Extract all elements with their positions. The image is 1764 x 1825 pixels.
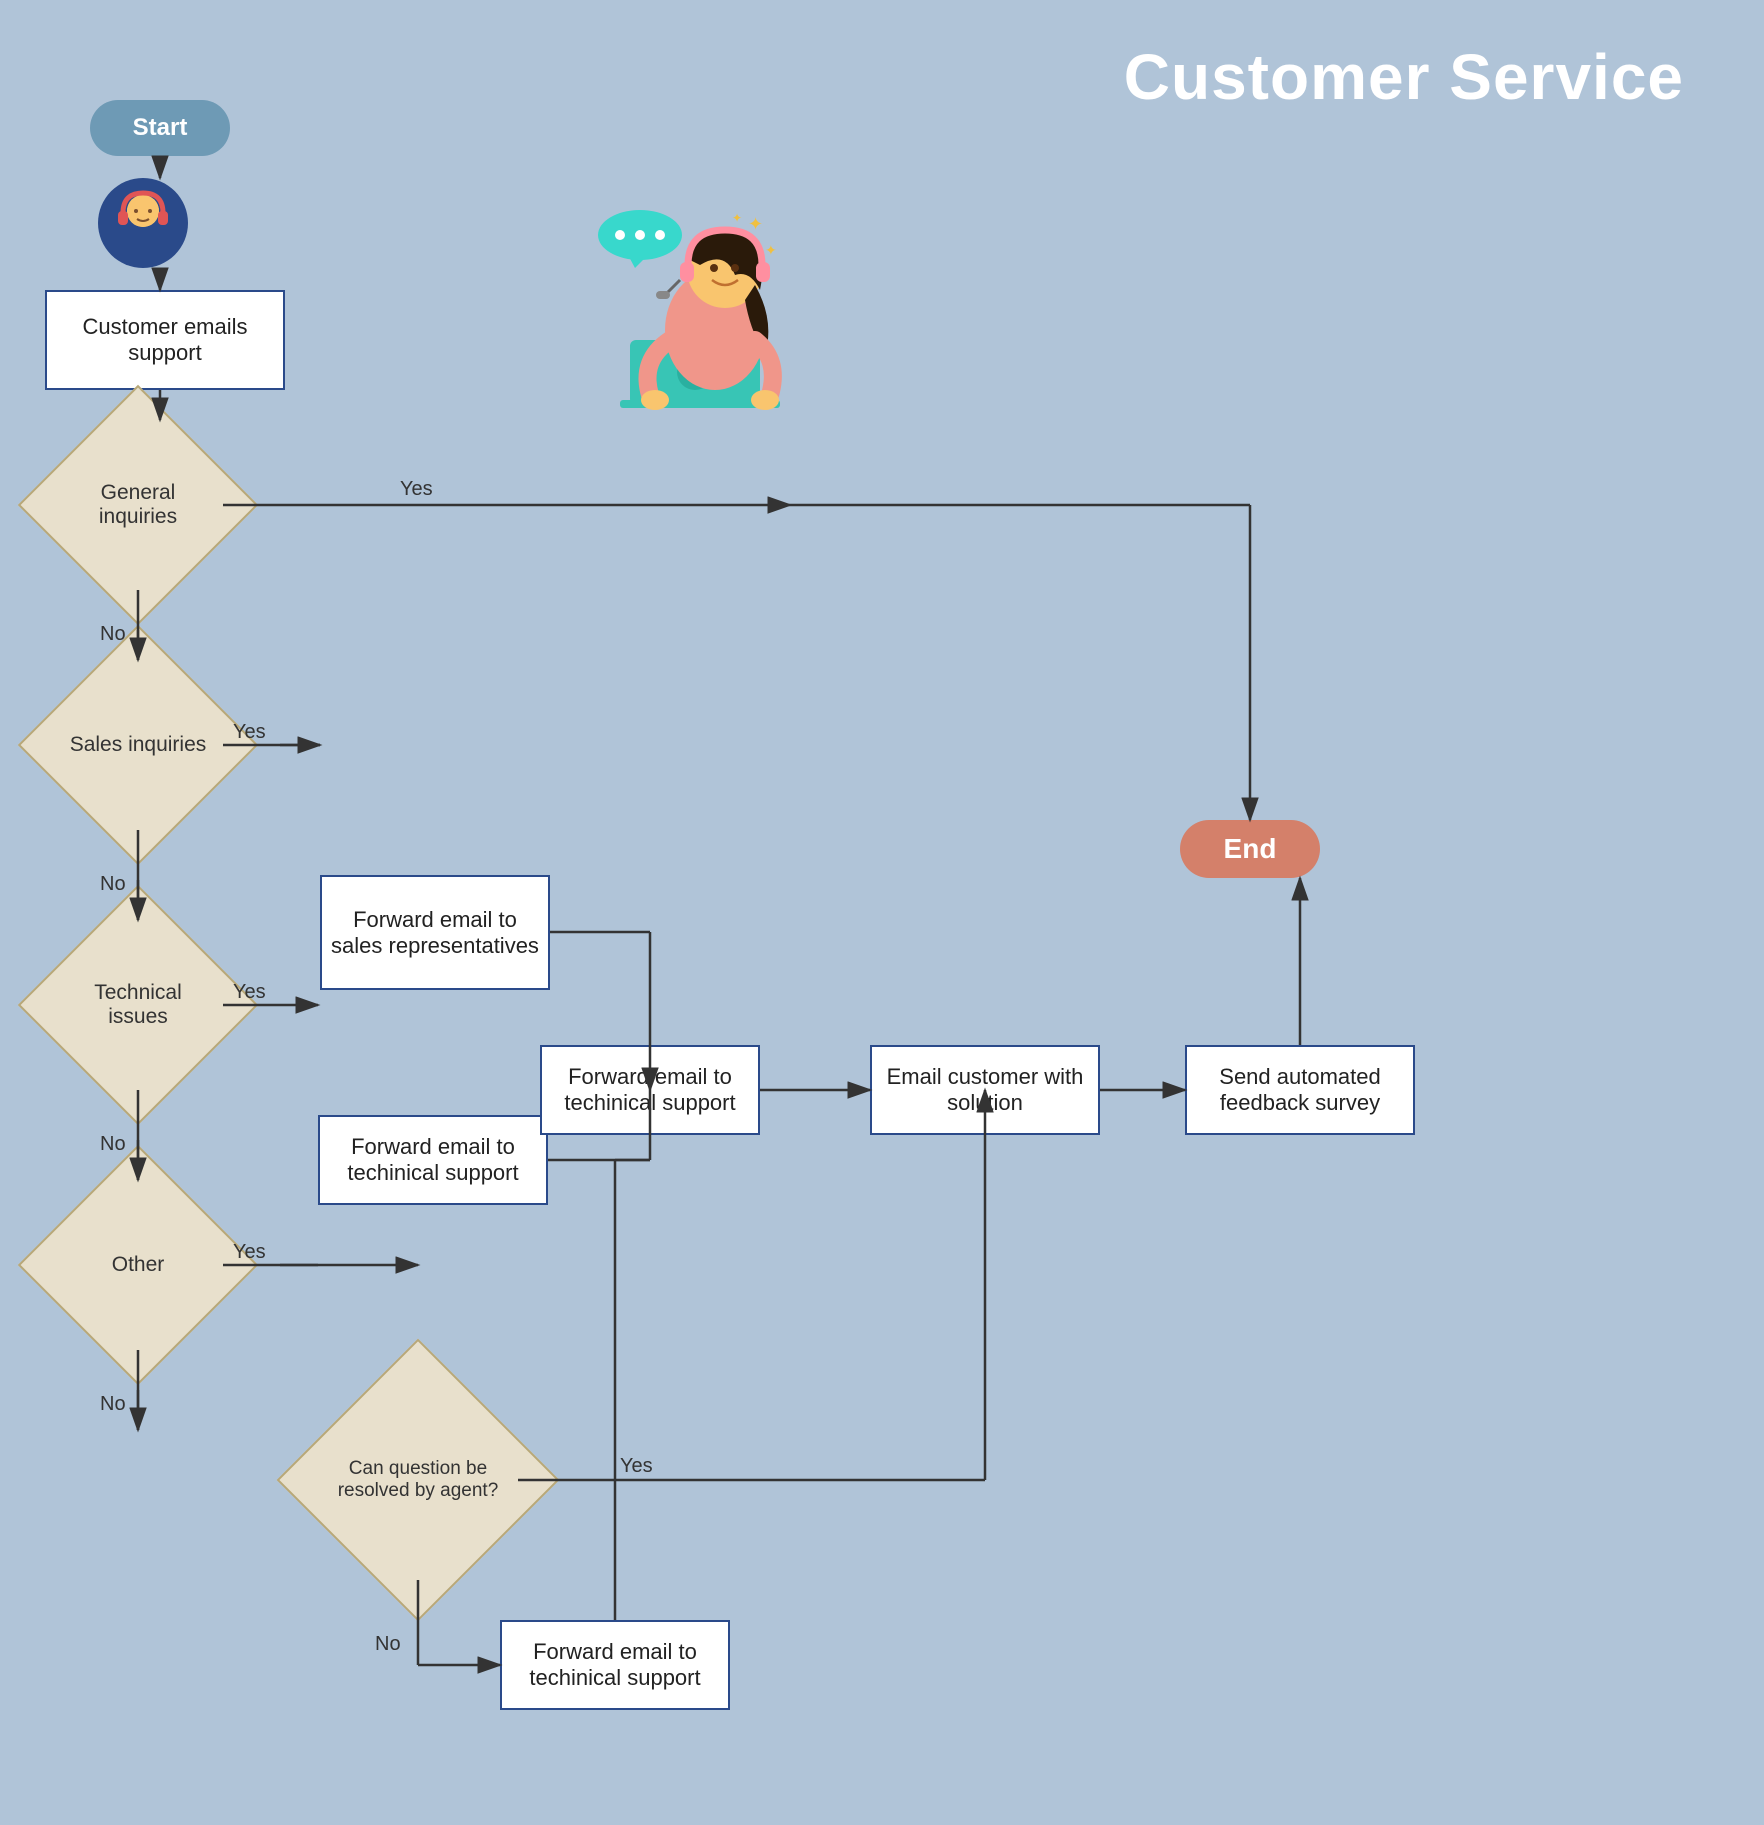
- flowchart-connectors: Yes No Yes No Yes No Yes Yes No No: [0, 0, 1764, 1825]
- forward-tech-3-node: Forward email to techinical support: [500, 1620, 730, 1710]
- email-customer-node: Email customer with solution: [870, 1045, 1100, 1135]
- page-title: Customer Service: [1124, 40, 1684, 114]
- svg-text:No: No: [100, 873, 126, 895]
- send-survey-node: Send automated feedback survey: [1185, 1045, 1415, 1135]
- svg-text:✦: ✦: [765, 242, 777, 258]
- end-node: End: [1180, 820, 1320, 878]
- start-node: Start: [90, 100, 230, 156]
- other-node: Other: [53, 1180, 223, 1350]
- sales-inquiries-node: Sales inquiries: [53, 660, 223, 830]
- svg-text:Yes: Yes: [620, 1455, 653, 1477]
- forward-tech-1-node: Forward email to techinical support: [318, 1115, 548, 1205]
- svg-text:Yes: Yes: [400, 478, 433, 500]
- avatar: [98, 178, 188, 268]
- forward-tech-center-node: Forward email to techinical support: [540, 1045, 760, 1135]
- svg-text:No: No: [375, 1633, 401, 1655]
- general-inquiries-node: General inquiries: [53, 420, 223, 590]
- technical-issues-node: Technical issues: [53, 920, 223, 1090]
- svg-text:No: No: [100, 1393, 126, 1415]
- svg-text:✦: ✦: [732, 211, 742, 225]
- customer-emails-node: Customer emails support: [45, 290, 285, 390]
- svg-text:No: No: [100, 1133, 126, 1155]
- can-question-node: Can question be resolved by agent?: [318, 1380, 518, 1580]
- forward-sales-node: Forward email to sales representatives: [320, 875, 550, 990]
- cs-illustration: ✦ ✦ ✦: [560, 200, 820, 480]
- svg-text:✦: ✦: [748, 214, 763, 234]
